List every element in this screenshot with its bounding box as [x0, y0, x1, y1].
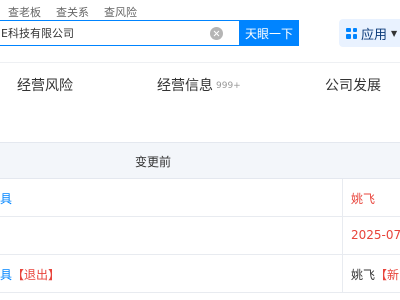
cell-before-name[interactable]: 具: [0, 268, 12, 282]
table-row: 2025-07-: [0, 217, 400, 255]
apps-button[interactable]: 应用 ▼: [339, 19, 400, 47]
new-tag: 【新: [375, 268, 400, 282]
cell-after-value: 姚飞【新: [351, 266, 399, 283]
chevron-down-icon: ▼: [391, 28, 398, 38]
search-tab-boss[interactable]: 查老板: [8, 4, 41, 20]
change-record-table: 变更前 具 姚飞 2025-07- 具【退出】 姚飞【新: [0, 142, 400, 300]
nav-item-business-info[interactable]: 经营信息 999+: [157, 75, 241, 95]
search-tab-relations[interactable]: 查关系: [56, 4, 89, 20]
nav-item-label: 公司发展: [325, 78, 381, 94]
cell-after-date: 2025-07-: [351, 228, 400, 242]
grid-icon: [346, 27, 357, 39]
cell-before-value[interactable]: 具: [0, 190, 12, 207]
nav-item-label: 经营信息: [157, 78, 213, 94]
clear-icon[interactable]: [210, 27, 223, 40]
column-divider: [342, 217, 343, 254]
nav-item-count: 999+: [216, 81, 241, 91]
cell-after-value: 姚飞: [351, 192, 376, 206]
nav-item-label: 经营风险: [17, 78, 73, 94]
search-button[interactable]: 天眼一下: [239, 20, 299, 46]
blank-card: [0, 104, 400, 142]
apps-label: 应用: [361, 27, 388, 43]
search-box: [0, 20, 239, 46]
cell-after-name: 姚飞: [351, 268, 376, 282]
search-tab-risk[interactable]: 查风险: [104, 4, 137, 20]
section-nav: 经营风险 经营信息 999+ 公司发展: [0, 62, 400, 104]
top-header: 查老板 查关系 查风险 天眼一下 应用 ▼: [0, 0, 400, 62]
table-header: 变更前: [0, 142, 400, 179]
nav-item-business-risk[interactable]: 经营风险: [17, 75, 73, 95]
table-row: 具 姚飞: [0, 179, 400, 217]
search-input[interactable]: [1, 21, 206, 45]
column-header-before: 变更前: [135, 155, 172, 169]
column-divider: [342, 255, 343, 292]
column-divider: [342, 179, 343, 216]
exit-tag: 【退出】: [12, 268, 61, 282]
nav-item-company-development[interactable]: 公司发展: [325, 75, 381, 95]
cell-before-value: 具【退出】: [0, 266, 60, 283]
table-row: 具【退出】 姚飞【新: [0, 255, 400, 293]
